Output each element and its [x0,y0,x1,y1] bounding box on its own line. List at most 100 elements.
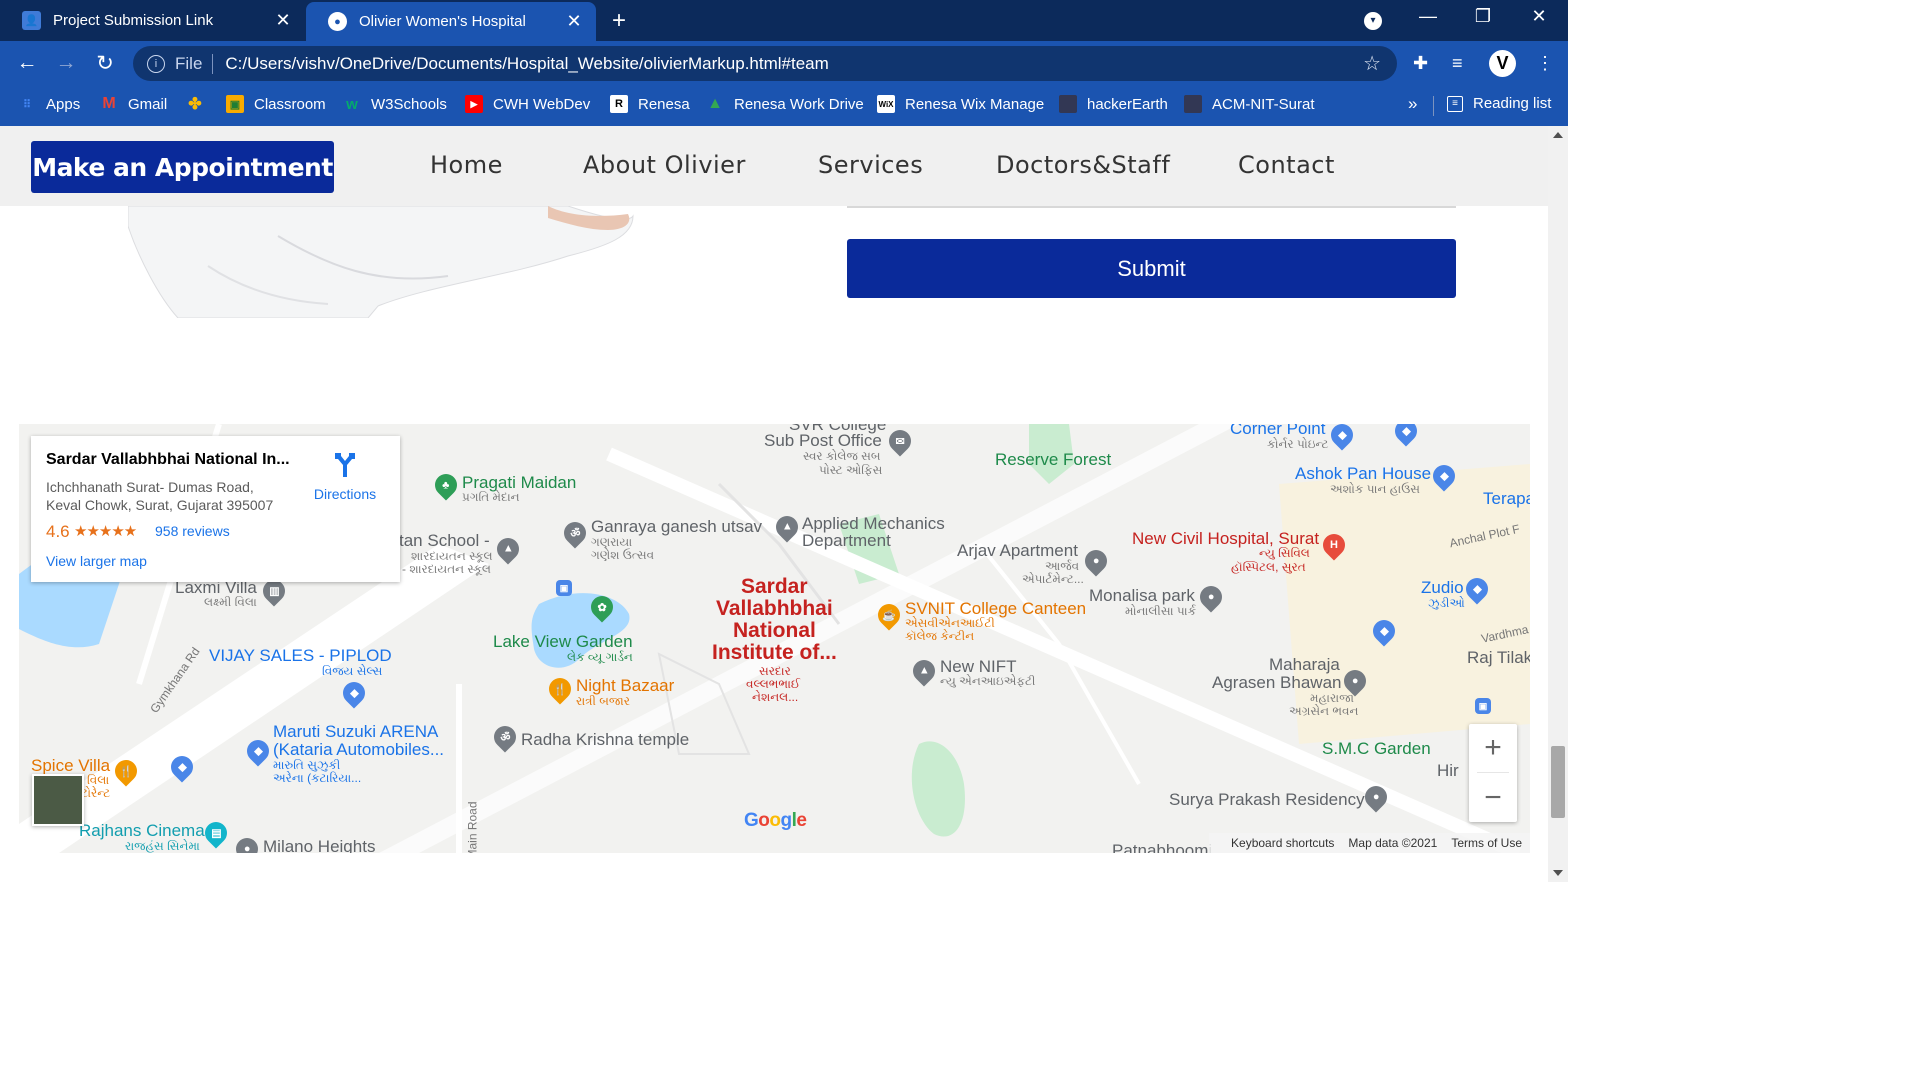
bookmark-star-icon[interactable]: ☆ [1363,51,1381,76]
bookmark-gmail[interactable]: M Gmail [100,95,167,113]
bookmark-photos[interactable]: ✤ [186,95,214,113]
bookmark-cwh[interactable]: ▶ CWH WebDev [465,95,590,113]
map-label[interactable]: (Kataria Automobiles... [273,741,444,759]
tab-search-icon[interactable]: ▾ [1364,12,1382,30]
map-label[interactable]: Milano Heights [263,838,375,854]
bookmark-apps[interactable]: ⠿ Apps [18,95,80,113]
map-label[interactable]: Department [802,532,891,550]
map-sublabel: Main Road [465,801,480,853]
satellite-toggle[interactable] [32,774,84,826]
profile-avatar[interactable]: V [1489,50,1516,77]
chevron-more-icon[interactable]: » [1408,94,1417,114]
back-icon[interactable]: ← [14,51,40,75]
svnit-label-line2[interactable]: Vallabhbhai [716,598,833,620]
map-label[interactable]: Radha Krishna temple [521,731,689,749]
map-label[interactable]: tan School - [399,532,490,550]
nav-about[interactable]: About Olivier [583,151,746,179]
apps-grid-icon: ⠿ [22,98,32,111]
menu-kebab-icon[interactable]: ⋮ [1536,53,1554,74]
bookmark-acm[interactable]: ACM-NIT-Surat [1184,95,1315,113]
bookmark-hackerearth[interactable]: hackerEarth [1059,95,1168,113]
bookmark-label: Renesa [638,95,690,113]
map-label[interactable]: Patnabhoomi [1112,842,1212,854]
bookmark-renesa-drive[interactable]: ▲ Renesa Work Drive [706,95,864,113]
map-label[interactable]: Monalisa park [1089,587,1195,605]
scrollbar-thumb[interactable] [1551,746,1565,818]
bookmark-w3schools[interactable]: w W3Schools [343,95,447,113]
map-label[interactable]: Reserve Forest [995,451,1111,469]
map-label[interactable]: Maruti Suzuki ARENA [273,723,438,741]
reload-icon[interactable]: ↻ [92,51,118,76]
nav-contact[interactable]: Contact [1238,151,1335,179]
map-label[interactable]: Hir [1437,762,1459,780]
tab-project-submission[interactable]: 👤 Project Submission Link ✕ [0,0,305,41]
info-icon[interactable]: i [147,54,165,73]
terms-of-use-link[interactable]: Terms of Use [1451,836,1522,850]
map-label[interactable]: VIJAY SALES - PIPLOD [209,647,392,665]
make-appointment-button[interactable]: Make an Appointment [31,141,334,193]
hospital-favicon-icon: ● [328,12,347,31]
doctor-photo [128,206,648,318]
new-tab-icon[interactable]: + [612,7,626,35]
map-label[interactable]: Surya Prakash Residency [1169,791,1365,809]
media-queue-icon[interactable]: ≡ [1452,53,1463,74]
map-label[interactable]: Ganraya ganesh utsav [591,518,762,536]
submit-button[interactable]: Submit [847,239,1456,298]
map-label[interactable]: Rajhans Cinema [79,822,205,840]
window-close-icon[interactable]: ✕ [1524,6,1554,27]
tab-olivier-hospital[interactable]: ● Olivier Women's Hospital ✕ [306,2,596,41]
page-scrollbar[interactable] [1548,126,1568,882]
bookmark-renesa-wix[interactable]: WiX Renesa Wix Manage [877,95,1044,113]
url-text[interactable]: C:/Users/vishv/OneDrive/Documents/Hospit… [225,54,828,74]
map-label[interactable]: Lake View Garden [493,633,633,651]
svnit-label-line4[interactable]: Institute of... [712,642,837,664]
keyboard-shortcuts-link[interactable]: Keyboard shortcuts [1231,836,1334,850]
bookmark-label: Renesa Work Drive [734,95,864,113]
scroll-down-arrow-icon[interactable] [1553,870,1563,876]
place-name: Sardar Vallabhbhai National In... [46,451,290,468]
extensions-puzzle-icon[interactable]: ✚ [1413,53,1428,74]
rating-value: 4.6 [46,522,70,541]
nav-doctors-staff[interactable]: Doctors&Staff [996,151,1170,179]
embedded-map[interactable]: Sardar Vallabhbhai National In... Ichchh… [19,424,1530,853]
nav-services[interactable]: Services [818,151,923,179]
zoom-out-button[interactable]: − [1469,774,1517,822]
youtube-icon: ▶ [465,95,483,113]
map-label[interactable]: Terapa [1483,490,1530,508]
minimize-icon[interactable]: — [1413,6,1443,27]
map-sublabel: એપાર્ટમેન્ટ... [1022,572,1084,586]
zoom-in-button[interactable]: + [1469,724,1517,772]
svnit-label-line3[interactable]: National [733,620,816,642]
address-bar[interactable]: i File C:/Users/vishv/OneDrive/Documents… [133,46,1397,81]
directions-button[interactable]: Directions [310,451,380,502]
bookmark-label: Renesa Wix Manage [905,95,1045,113]
map-label[interactable]: Night Bazaar [576,677,674,695]
bookmark-label: CWH WebDev [493,95,591,113]
map-label[interactable]: Raj Tilak [1467,649,1530,667]
page-viewport: Make an Appointment Home About Olivier S… [0,126,1548,882]
bookmark-classroom[interactable]: ▣ Classroom [226,95,326,113]
view-larger-map-link[interactable]: View larger map [46,553,147,569]
map-label[interactable]: Arjav Apartment [957,542,1078,560]
bus-stop-icon[interactable]: ▣ [1475,698,1491,714]
close-icon[interactable]: ✕ [273,10,293,31]
reading-list-icon: ≡ [1447,95,1463,112]
reviews-link[interactable]: 958 reviews [155,523,230,539]
reading-list[interactable]: ≡ Reading list [1447,95,1551,112]
map-label[interactable]: Sub Post Office [764,432,882,450]
close-icon[interactable]: ✕ [564,11,584,32]
nav-home[interactable]: Home [430,151,503,179]
bus-stop-icon[interactable]: ▣ [556,580,572,596]
forward-icon[interactable]: → [53,51,79,75]
map-label[interactable]: Corner Point [1230,424,1325,438]
restore-icon[interactable]: ❐ [1468,6,1498,27]
svnit-label-line1[interactable]: Sardar [741,576,808,598]
scroll-up-arrow-icon[interactable] [1553,132,1563,138]
map-label[interactable]: Maharaja [1269,656,1340,674]
map-label[interactable]: Agrasen Bhawan [1212,674,1341,692]
map-label[interactable]: Zudio [1421,579,1464,597]
map-label[interactable]: Ashok Pan House [1295,465,1431,483]
directions-icon [335,453,355,477]
map-label[interactable]: S.M.C Garden [1322,740,1431,758]
bookmark-renesa[interactable]: R Renesa [610,95,690,113]
